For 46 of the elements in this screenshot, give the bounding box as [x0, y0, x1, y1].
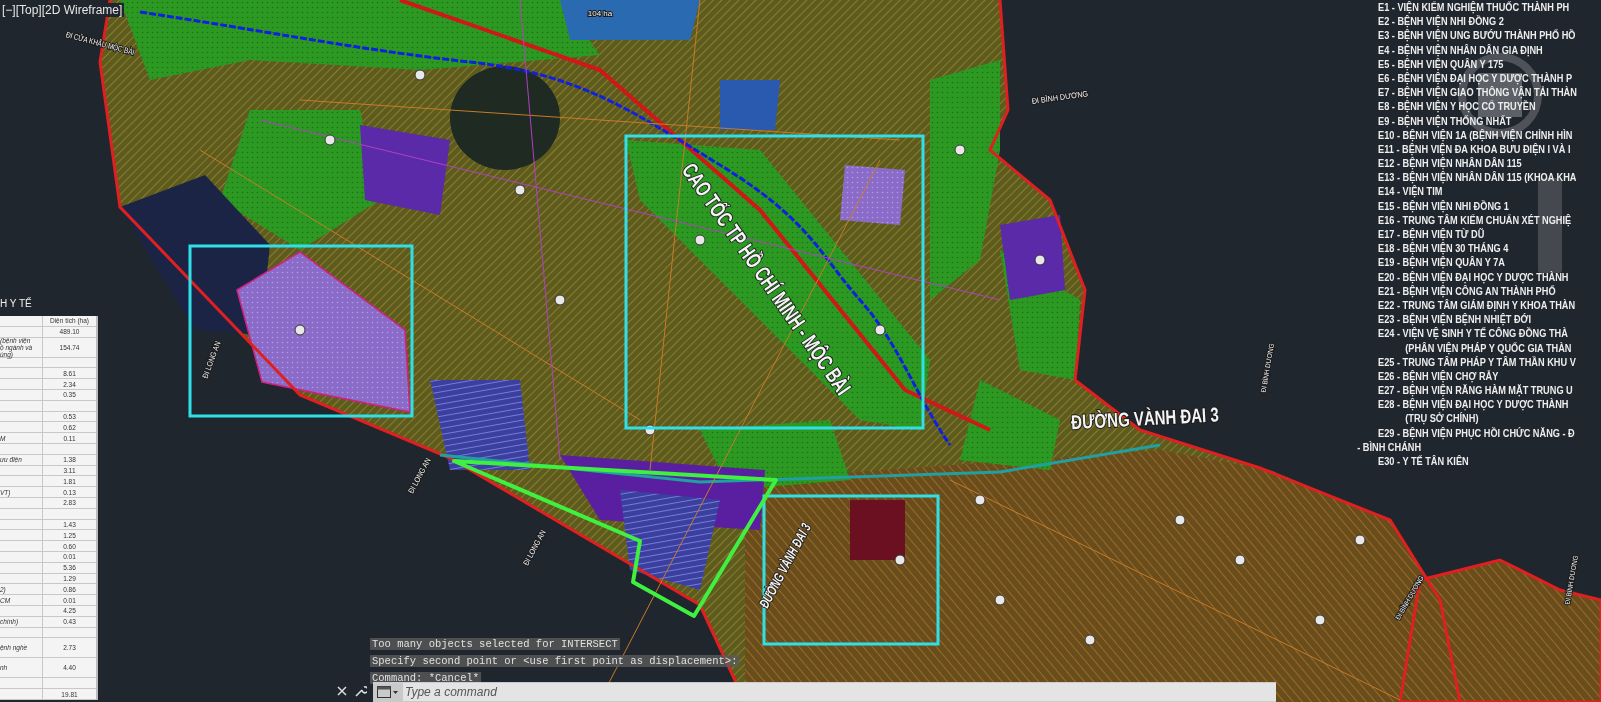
legend-entry: E15 - BỆNH VIỆN NHI ĐỒNG 1	[1378, 199, 1509, 212]
viewport-label[interactable]: [−][Top][2D Wireframe]	[2, 3, 125, 17]
road-label: ĐƯỜNG VÀNH ĐAI 3	[1070, 403, 1220, 434]
legend-entry: E28 - BỆNH VIỆN ĐẠI HỌC Y DƯỢC THÀNH	[1378, 398, 1569, 411]
legend-entry: E9 - BỆNH VIỆN THỐNG NHẤT	[1378, 114, 1512, 127]
direction-label: ĐI LONG AN	[406, 456, 433, 496]
table-title: H Y TẾ	[0, 298, 32, 309]
area-label: 104 ha	[587, 9, 613, 19]
legend-entry: E5 - BỆNH VIỆN QUÂN Y 175	[1378, 57, 1504, 70]
legend-entry: (TRỤ SỞ CHÍNH)	[1405, 412, 1479, 425]
direction-label: ĐI CỬA KHẨU MỘC BÀI	[64, 29, 136, 58]
wrench-icon[interactable]	[355, 685, 367, 697]
legend-entry: E26 - BỆNH VIỆN CHỢ RẪY	[1378, 369, 1499, 382]
legend-entry: E30 - Y TẾ TÂN KIÊN	[1378, 455, 1469, 467]
direction-label: ĐI BÌNH DƯƠNG	[1031, 88, 1089, 107]
legend-entry: E14 - VIỆN TIM	[1378, 185, 1443, 198]
legend-entry: E17 - BỆNH VIỆN TỪ DŨ	[1378, 228, 1485, 240]
close-icon[interactable]	[337, 686, 347, 696]
legend-entry: (PHÂN VIỆN PHÁP Y QUỐC GIA THÀN	[1405, 341, 1572, 354]
legend-entry: E6 - BỆNH VIỆN ĐẠI HỌC Y DƯỢC THÀNH P	[1378, 71, 1573, 84]
legend-entry: - BÌNH CHÁNH	[1357, 440, 1422, 453]
legend-entry: E20 - BỆNH VIỆN ĐẠI HỌC Y DƯỢC THÀNH	[1378, 270, 1569, 283]
direction-label: ĐI LONG AN	[521, 528, 548, 568]
legend-entry: E11 - BỆNH VIỆN ĐA KHOA BƯU ĐIỆN I VÀ I	[1378, 142, 1571, 155]
legend-entry: E29 - BỆNH VIỆN PHỤC HỒI CHỨC NĂNG - Đ	[1378, 426, 1575, 439]
legend-entry: E3 - BỆNH VIỆN UNG BƯỚU THÀNH PHỐ HỒ	[1378, 29, 1576, 42]
legend-entry: E21 - BỆNH VIỆN CÔNG AN THÀNH PHỐ	[1378, 284, 1556, 297]
legend-entry: E23 - BỆNH VIỆN BỆNH NHIỆT ĐỚI	[1378, 313, 1532, 326]
legend-entry: E24 - VIỆN VỆ SINH Y TẾ CÔNG ĐỒNG THÀ	[1378, 327, 1568, 340]
legend-entry: E27 - BỆNH VIỆN RĂNG HÀM MẶT TRUNG U	[1378, 384, 1573, 397]
terminal-icon[interactable]	[377, 686, 399, 698]
direction-label: ĐI LONG AN	[200, 339, 223, 380]
legend-entry: E22 - TRUNG TÂM GIÁM ĐỊNH Y KHOA THÀN	[1378, 298, 1576, 311]
legend-entry: E4 - BỆNH VIỆN NHÂN DÂN GIA ĐỊNH	[1378, 43, 1543, 56]
legend-entry: E2 - BỆNH VIỆN NHI ĐỒNG 2	[1378, 15, 1504, 28]
legend-entry: E25 - TRUNG TÂM PHÁP Y TÂM THẦN KHU V	[1378, 355, 1576, 368]
legend-entry: E18 - BỆNH VIỆN 30 THÁNG 4	[1378, 242, 1509, 255]
legend-entry: E1 - VIỆN KIỂM NGHIỆM THUỐC THÀNH PH	[1378, 1, 1570, 13]
legend-entry: E13 - BỆNH VIỆN NHÂN DÂN 115 (KHOA KHA	[1378, 171, 1577, 184]
legend-entry: E8 - BỆNH VIỆN Y HỌC CỔ TRUYỀN	[1378, 100, 1536, 113]
legend-entry: E19 - BỆNH VIỆN QUÂN Y 7A	[1378, 256, 1505, 269]
command-input[interactable]: Type a command	[403, 683, 1276, 701]
legend-entry: E7 - BỆNH VIỆN GIAO THÔNG VẬN TẢI THÀN	[1378, 86, 1577, 99]
legend-entry: E12 - BỆNH VIỆN NHÂN DÂN 115	[1378, 157, 1522, 170]
legend-entry: E10 - BỆNH VIỆN 1A (BỆNH VIỆN CHỈNH HÌN	[1378, 128, 1573, 141]
legend-entry: E16 - TRUNG TÂM KIỂM CHUẨN XÉT NGHIỆ	[1378, 213, 1572, 226]
